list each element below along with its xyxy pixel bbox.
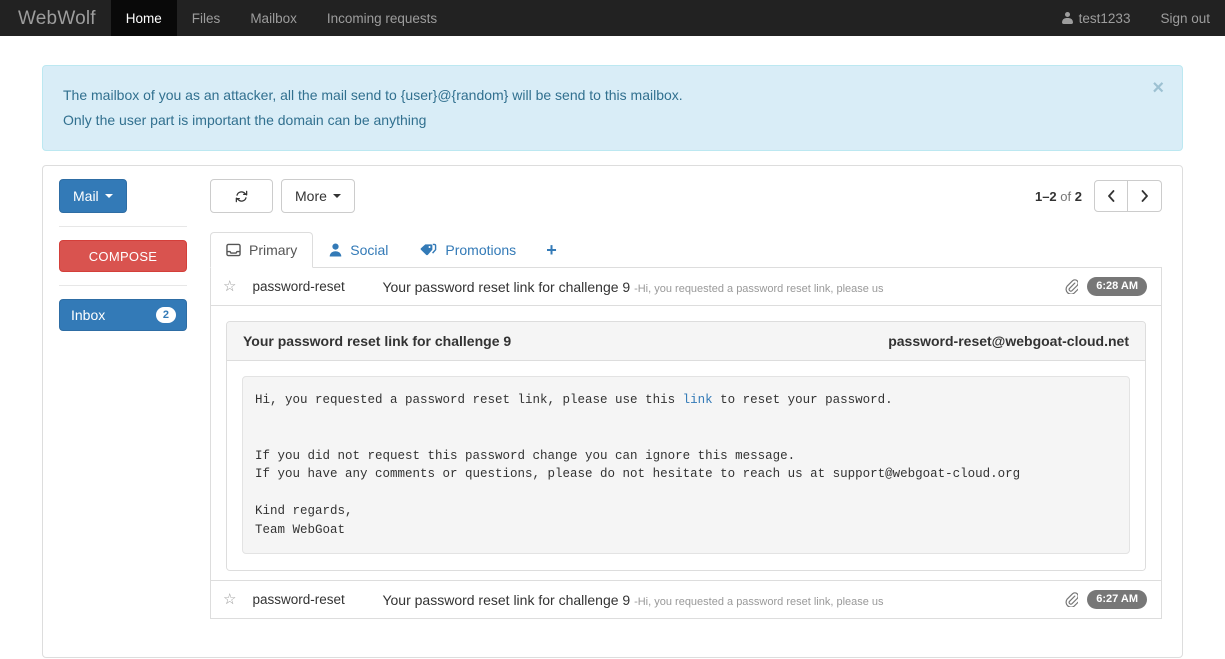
nav-item-mailbox[interactable]: Mailbox xyxy=(235,0,312,36)
pagination-of: of xyxy=(1060,189,1071,204)
pagination-range: 1–2 xyxy=(1035,189,1057,204)
mail-dropdown-label: Mail xyxy=(73,188,99,204)
mail-row-meta: 6:28 AM xyxy=(1065,277,1147,296)
mail-time-badge: 6:27 AM xyxy=(1087,590,1147,609)
mail-row-meta: 6:27 AM xyxy=(1065,590,1147,609)
more-label: More xyxy=(295,188,327,204)
inbox-icon xyxy=(226,243,241,257)
chevron-left-icon xyxy=(1107,190,1115,202)
tab-social-label: Social xyxy=(350,241,388,259)
message-from: password-reset@webgoat-cloud.net xyxy=(888,333,1129,349)
tag-icon xyxy=(420,243,437,257)
message-body: Hi, you requested a password reset link,… xyxy=(227,361,1145,570)
tab-social[interactable]: Social xyxy=(313,232,404,268)
mail-content: More 1–2 of 2 xyxy=(203,166,1182,657)
inbox-label: Inbox xyxy=(71,307,105,323)
nav-item-user[interactable]: test1233 xyxy=(1047,0,1146,36)
user-icon xyxy=(1062,12,1073,25)
more-dropdown-button[interactable]: More xyxy=(281,179,355,213)
message-body-text: Hi, you requested a password reset link,… xyxy=(242,376,1130,554)
refresh-button[interactable] xyxy=(210,179,273,213)
tab-promotions[interactable]: Promotions xyxy=(404,232,532,268)
expanded-message-panel: Your password reset link for challenge 9… xyxy=(210,306,1162,581)
alert-line-1: The mailbox of you as an attacker, all t… xyxy=(63,83,1162,108)
alert-line-2: Only the user part is important the doma… xyxy=(63,108,1162,133)
mail-sidebar: Mail COMPOSE Inbox 2 xyxy=(43,166,203,657)
star-icon[interactable]: ☆ xyxy=(223,592,236,607)
message-card: Your password reset link for challenge 9… xyxy=(226,321,1146,571)
mail-panel: Mail COMPOSE Inbox 2 xyxy=(42,165,1183,658)
tab-primary-label: Primary xyxy=(249,241,297,259)
username-label: test1233 xyxy=(1079,11,1131,26)
nav-items: Home Files Mailbox Incoming requests xyxy=(111,0,452,36)
pagination-label: 1–2 of 2 xyxy=(1035,189,1082,204)
tab-promotions-label: Promotions xyxy=(445,241,516,259)
close-icon[interactable]: × xyxy=(1152,78,1164,98)
chevron-down-icon xyxy=(105,194,113,198)
mail-toolbar: More 1–2 of 2 xyxy=(210,179,1162,213)
reset-link[interactable]: link xyxy=(683,393,713,407)
prev-page-button[interactable] xyxy=(1094,180,1128,212)
sidebar-divider-2 xyxy=(59,285,187,286)
pagination-buttons xyxy=(1094,180,1162,212)
message-header: Your password reset link for challenge 9… xyxy=(227,322,1145,361)
mail-sender: password-reset xyxy=(252,279,382,294)
nav-item-home[interactable]: Home xyxy=(111,0,177,36)
info-alert: The mailbox of you as an attacker, all t… xyxy=(42,65,1183,151)
pagination-total: 2 xyxy=(1075,189,1082,204)
add-tab-button[interactable]: + xyxy=(532,234,571,267)
sidebar-divider-1 xyxy=(59,226,187,227)
table-row[interactable]: ☆ password-reset Your password reset lin… xyxy=(210,581,1162,619)
mail-dropdown-button[interactable]: Mail xyxy=(59,179,127,213)
message-body-after: to reset your password. If you did not r… xyxy=(255,393,1020,537)
nav-item-files[interactable]: Files xyxy=(177,0,236,36)
nav-right-group: test1233 Sign out xyxy=(1047,0,1225,36)
pagination: 1–2 of 2 xyxy=(1035,180,1162,212)
mail-sender: password-reset xyxy=(252,592,382,607)
paperclip-icon xyxy=(1065,279,1078,294)
nav-item-incoming-requests[interactable]: Incoming requests xyxy=(312,0,452,36)
message-subject: Your password reset link for challenge 9 xyxy=(243,333,511,349)
top-navbar: WebWolf Home Files Mailbox Incoming requ… xyxy=(0,0,1225,36)
mail-time-badge: 6:28 AM xyxy=(1087,277,1147,296)
mail-preview: -Hi, you requested a password reset link… xyxy=(634,596,883,608)
inbox-count-badge: 2 xyxy=(156,307,176,323)
sidebar-item-inbox[interactable]: Inbox 2 xyxy=(59,299,187,331)
refresh-icon xyxy=(234,189,249,204)
table-row[interactable]: ☆ password-reset Your password reset lin… xyxy=(210,268,1162,306)
star-icon[interactable]: ☆ xyxy=(223,279,236,294)
mail-subject: Your password reset link for challenge 9 xyxy=(382,279,630,295)
mail-subject: Your password reset link for challenge 9 xyxy=(382,592,630,608)
compose-button[interactable]: COMPOSE xyxy=(59,240,187,272)
tab-primary[interactable]: Primary xyxy=(210,232,313,268)
message-body-before: Hi, you requested a password reset link,… xyxy=(255,393,683,407)
page-container: The mailbox of you as an attacker, all t… xyxy=(0,65,1225,658)
chevron-right-icon xyxy=(1141,190,1149,202)
chevron-down-icon xyxy=(333,194,341,198)
mail-preview: -Hi, you requested a password reset link… xyxy=(634,283,883,295)
mail-subject-wrap: Your password reset link for challenge 9… xyxy=(382,592,1055,608)
mail-tabs: Primary Social Promotions xyxy=(210,231,1162,268)
brand-logo[interactable]: WebWolf xyxy=(0,0,111,36)
nav-item-signout[interactable]: Sign out xyxy=(1145,0,1225,36)
person-icon xyxy=(329,243,342,257)
mail-subject-wrap: Your password reset link for challenge 9… xyxy=(382,279,1055,295)
paperclip-icon xyxy=(1065,592,1078,607)
next-page-button[interactable] xyxy=(1128,180,1162,212)
